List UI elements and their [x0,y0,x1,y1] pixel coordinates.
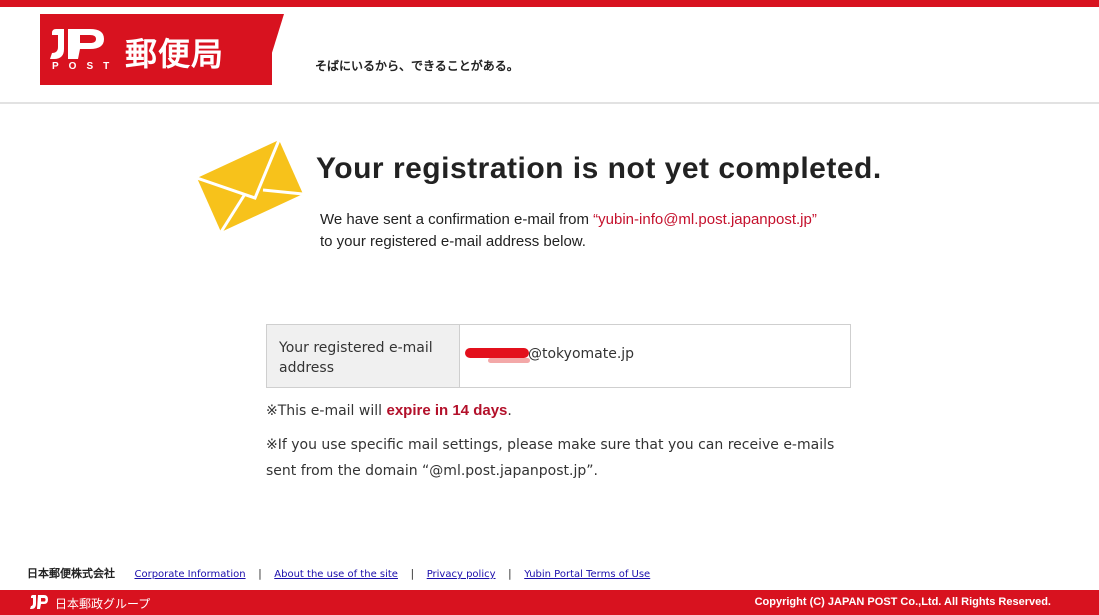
registered-email-label: Your registered e-mail address [267,325,460,387]
expiry-note: ※This e-mail will expire in 14 days. [266,402,512,419]
logo-text: 郵便局 [125,35,225,73]
group-name: 日本郵政グループ [55,597,151,611]
link-privacy-policy[interactable]: Privacy policy [427,569,496,580]
sender-address: “yubin-info@ml.post.japanpost.jp” [593,211,817,228]
link-corporate-information[interactable]: Corporate Information [135,569,246,580]
registered-email-table: Your registered e-mail address @tokyomat… [266,324,851,388]
confirmation-message: We have sent a confirmation e-mail from … [320,209,960,253]
email-domain: @tokyomate.jp [528,346,635,362]
redaction-mark-shadow [488,358,530,363]
logo-slant [262,14,284,85]
logo-post-text: POST [52,61,120,72]
site-header: POST 郵便局 そばにいるから、できることがある。 [0,7,1099,104]
footer-bar: 日本郵政グループ Copyright (C) JAPAN POST Co.,Lt… [0,590,1099,615]
expiry-prefix: ※This e-mail will [266,403,387,419]
message-after: to your registered e-mail address below. [320,233,586,250]
mail-settings-note: ※If you use specific mail settings, plea… [266,437,835,479]
message-before: We have sent a confirmation e-mail from [320,211,594,228]
link-site-usage[interactable]: About the use of the site [274,569,398,580]
expiry-suffix: . [507,403,512,419]
jp-logo-mark [50,29,104,59]
page-title: Your registration is not yet completed. [316,152,882,185]
redaction-mark [465,348,529,358]
company-name: 日本郵便株式会社 [27,567,115,580]
top-stripe [0,0,1099,7]
expiry-highlight: expire in 14 days [386,402,508,419]
copyright-text: Copyright (C) JAPAN POST Co.,Ltd. All Ri… [754,596,1051,608]
jp-group-logo-icon [30,595,48,609]
footer-links: 日本郵便株式会社 Corporate Information | About t… [27,565,650,581]
tagline: そばにいるから、できることがある。 [315,59,519,73]
link-separator: | [508,567,512,580]
registered-email-value: @tokyomate.jp [460,325,850,387]
link-separator: | [258,567,262,580]
envelope-icon [197,140,303,232]
link-separator: | [410,567,415,580]
link-terms-of-use[interactable]: Yubin Portal Terms of Use [524,569,650,580]
